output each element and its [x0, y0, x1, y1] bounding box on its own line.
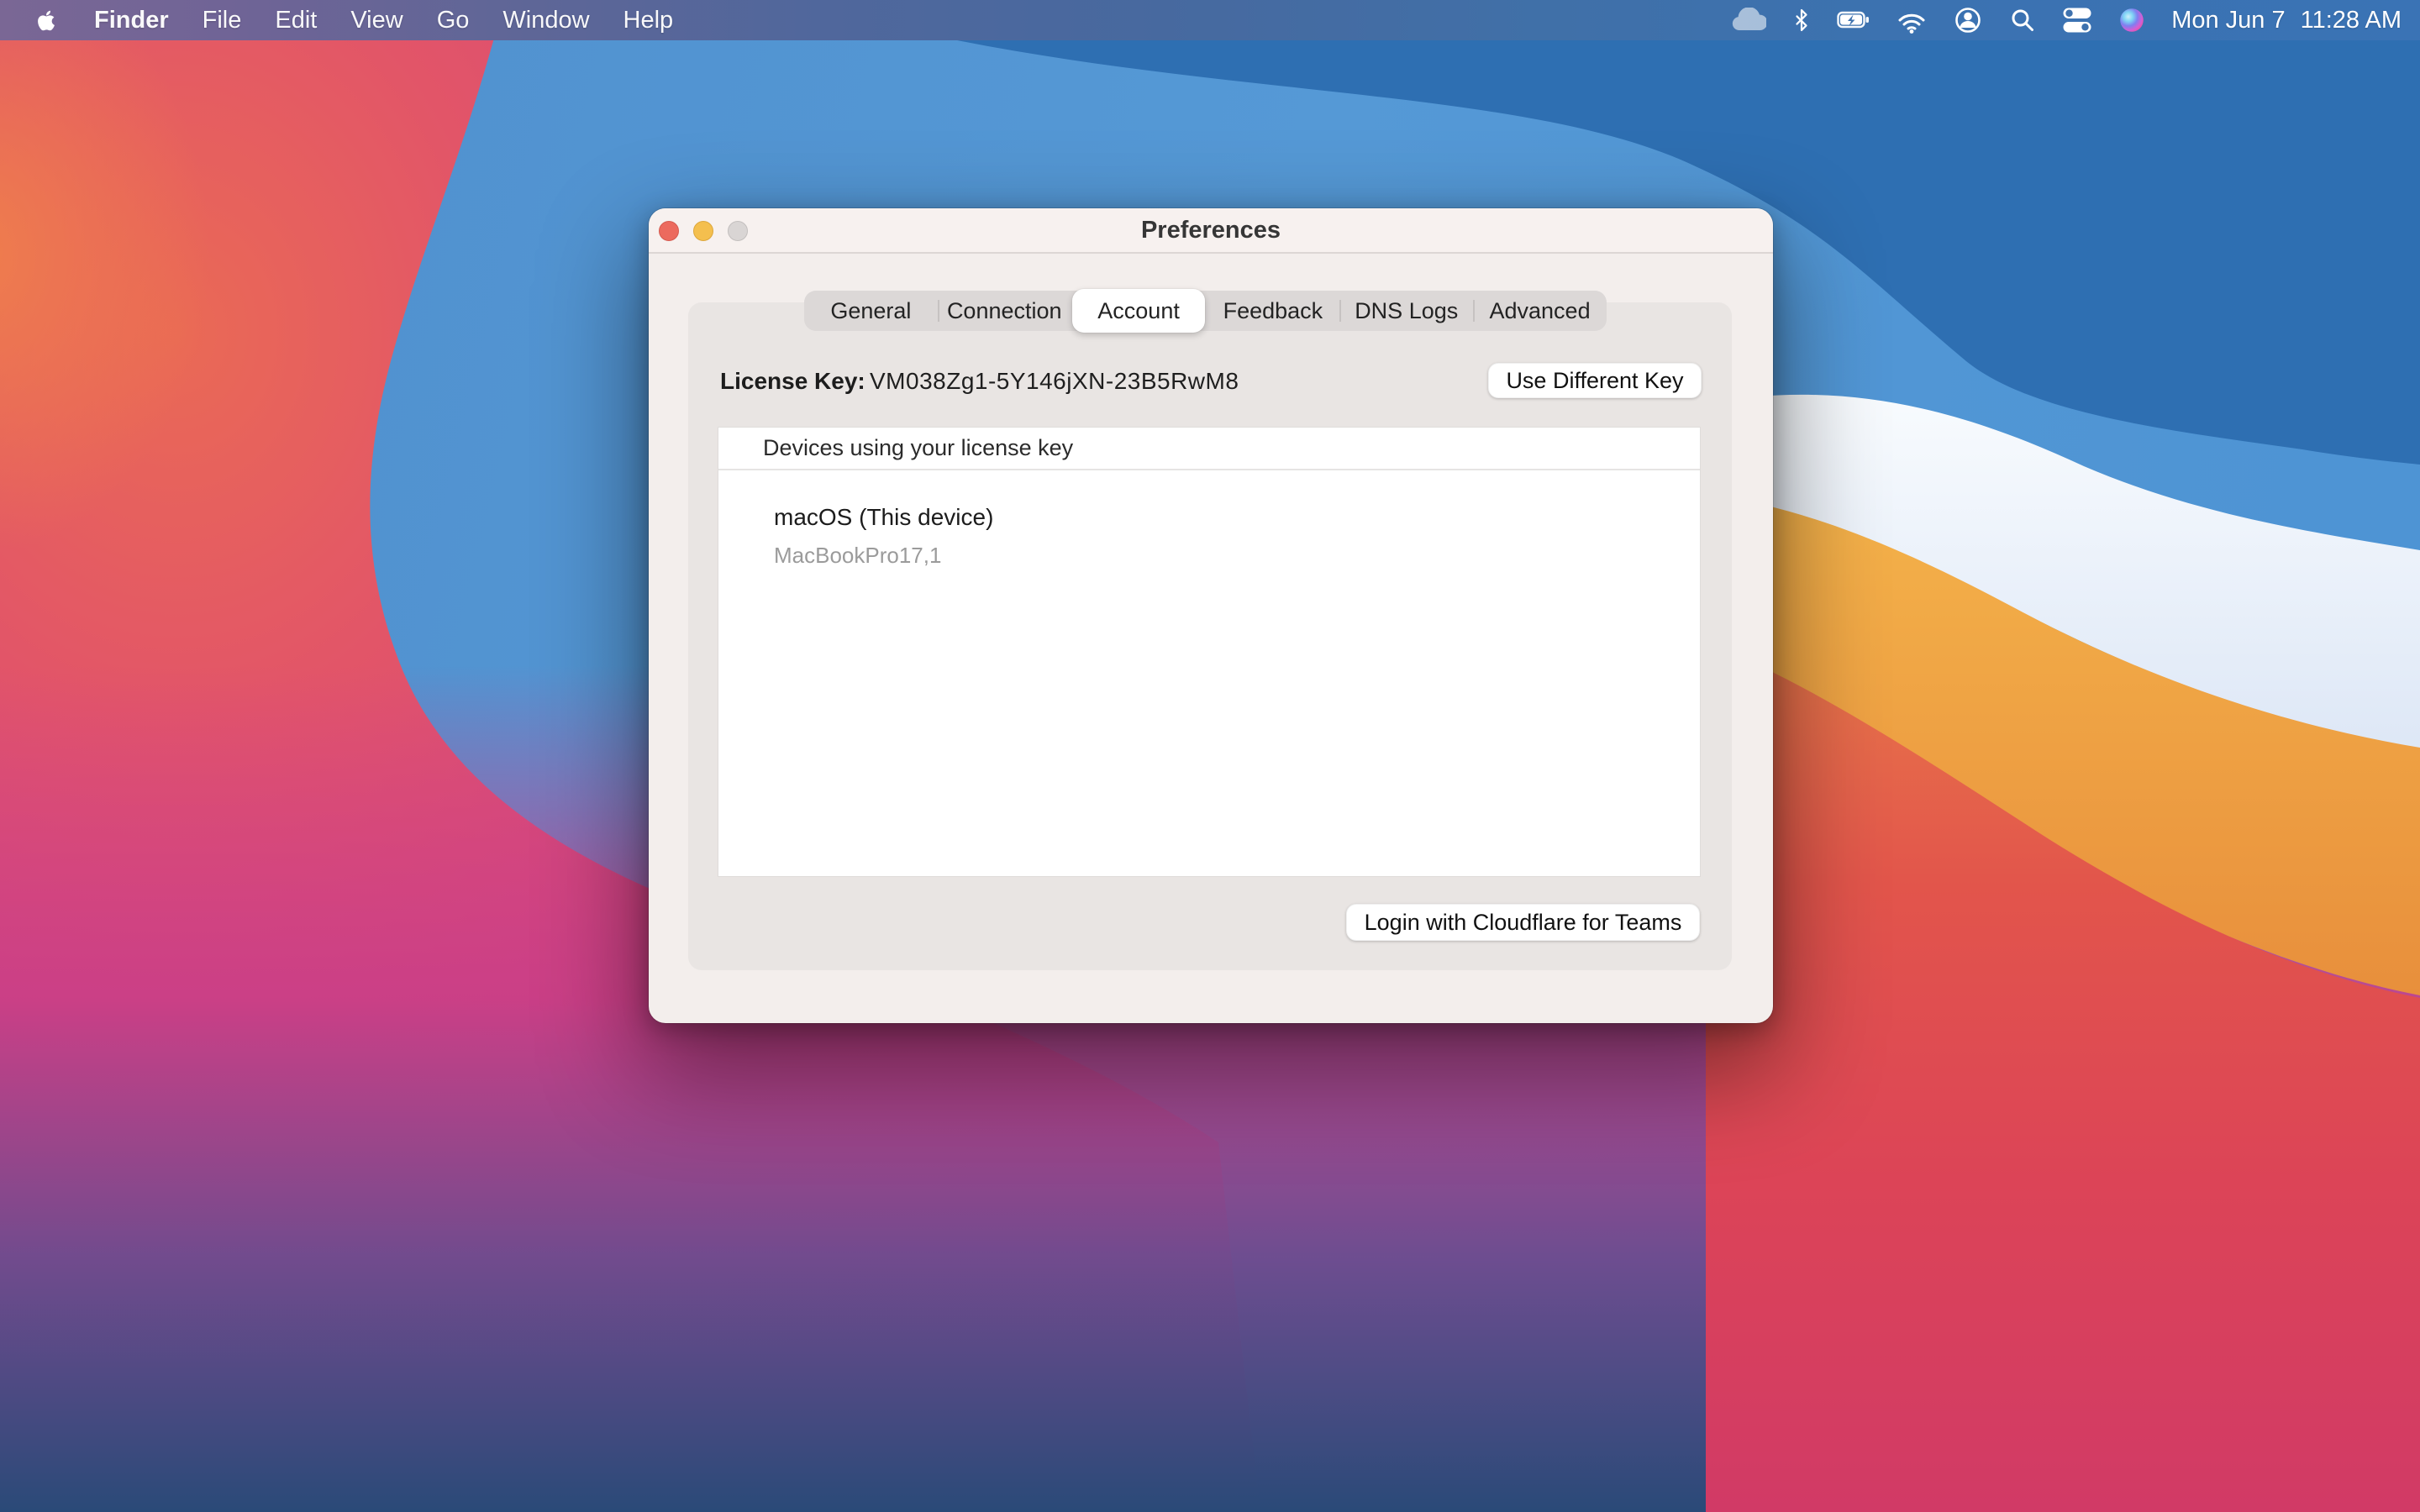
- cloudflare-cloud-icon[interactable]: [1729, 0, 1766, 40]
- menu-item-finder[interactable]: Finder: [94, 7, 169, 34]
- tab-divider: [1339, 300, 1341, 322]
- close-button[interactable]: [659, 221, 679, 241]
- battery-charging-icon[interactable]: [1837, 0, 1870, 40]
- zoom-button-disabled: [728, 221, 748, 241]
- traffic-lights: [649, 208, 748, 254]
- login-cloudflare-teams-button[interactable]: Login with Cloudflare for Teams: [1346, 904, 1700, 941]
- devices-list-header: Devices using your license key: [718, 428, 1700, 470]
- wifi-icon[interactable]: [1897, 0, 1927, 40]
- license-key-label: License Key:: [720, 368, 865, 395]
- tab-account[interactable]: Account: [1072, 289, 1206, 333]
- spotlight-search-icon[interactable]: [2009, 0, 2036, 40]
- device-list-item[interactable]: macOS (This device) MacBookPro17,1: [774, 504, 1700, 569]
- tab-feedback[interactable]: Feedback: [1206, 291, 1339, 331]
- title-bar[interactable]: Preferences: [649, 208, 1773, 254]
- license-key-value: VM038Zg1-5Y146jXN-23B5RwM8: [870, 368, 1239, 395]
- window-title: Preferences: [1141, 217, 1281, 244]
- control-center-icon[interactable]: [2062, 0, 2092, 40]
- use-different-key-button[interactable]: Use Different Key: [1488, 363, 1702, 398]
- menu-item-edit[interactable]: Edit: [275, 7, 317, 34]
- tab-divider: [1473, 300, 1475, 322]
- bluetooth-icon[interactable]: [1792, 0, 1811, 40]
- siri-icon[interactable]: [2118, 0, 2145, 40]
- devices-list-panel: Devices using your license key macOS (Th…: [718, 428, 1700, 876]
- menu-bar-clock[interactable]: Mon Jun 7 11:28 AM: [2171, 7, 2402, 34]
- time-text: 11:28 AM: [2301, 7, 2402, 34]
- license-key-row: License Key: VM038Zg1-5Y146jXN-23B5RwM8 …: [688, 363, 1732, 400]
- tab-advanced[interactable]: Advanced: [1473, 291, 1607, 331]
- device-name: macOS (This device): [774, 504, 1700, 531]
- tab-connection[interactable]: Connection: [938, 291, 1071, 331]
- menu-item-go[interactable]: Go: [437, 7, 470, 34]
- account-tab-panel: License Key: VM038Zg1-5Y146jXN-23B5RwM8 …: [688, 302, 1732, 970]
- minimize-button[interactable]: [693, 221, 713, 241]
- apple-menu[interactable]: [37, 9, 55, 32]
- preferences-tab-bar: General Connection Account Feedback DNS …: [804, 291, 1607, 331]
- menu-item-help[interactable]: Help: [623, 7, 674, 34]
- menu-item-file[interactable]: File: [203, 7, 242, 34]
- menu-bar: Finder File Edit View Go Window Help: [0, 0, 2420, 40]
- tab-divider: [938, 300, 939, 322]
- preferences-window: Preferences General Connection Account F…: [649, 208, 1773, 1023]
- user-account-icon[interactable]: [1953, 0, 1983, 40]
- devices-list: macOS (This device) MacBookPro17,1: [718, 470, 1700, 569]
- tab-general[interactable]: General: [804, 291, 938, 331]
- menu-item-view[interactable]: View: [350, 7, 402, 34]
- date-text: Mon Jun 7: [2171, 7, 2285, 34]
- apple-icon: [37, 9, 55, 32]
- device-model: MacBookPro17,1: [774, 543, 1700, 569]
- menu-item-window[interactable]: Window: [502, 7, 589, 34]
- tab-dns-logs[interactable]: DNS Logs: [1339, 291, 1473, 331]
